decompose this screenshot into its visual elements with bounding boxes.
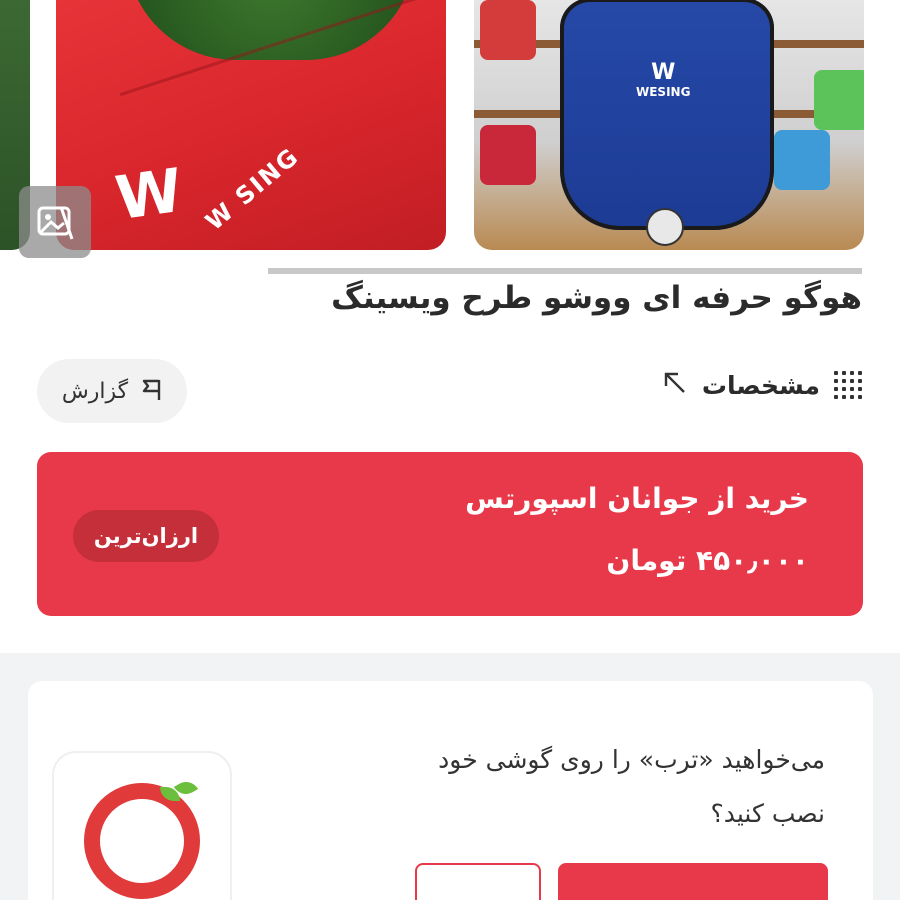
install-prompt-text: می‌خواهید «ترب» را روی گوشی خود نصب کنید… bbox=[305, 733, 825, 841]
report-button[interactable]: گزارش bbox=[37, 359, 187, 423]
gallery-scrollbar[interactable] bbox=[268, 268, 862, 274]
vest-logo: W WESING bbox=[636, 60, 691, 99]
grid-icon bbox=[834, 371, 862, 399]
gallery-image-blue-vest[interactable]: W WESING bbox=[474, 0, 864, 250]
brand-logo: W bbox=[111, 155, 187, 235]
blue-vest: W WESING bbox=[560, 0, 774, 246]
buy-offer-card[interactable]: خرید از جوانان اسپورتس ۴۵۰٫۰۰۰ تومان ارز… bbox=[37, 452, 863, 616]
specs-label: مشخصات bbox=[701, 370, 820, 400]
product-title: هوگو حرفه ای ووشو طرح ویسینگ bbox=[331, 280, 862, 316]
install-prompt-card: می‌خواهید «ترب» را روی گوشی خود نصب کنید… bbox=[28, 681, 873, 900]
flag-icon bbox=[140, 377, 162, 405]
later-button[interactable] bbox=[415, 863, 541, 900]
price-text: ۴۵۰٫۰۰۰ تومان bbox=[606, 544, 809, 577]
torob-ring-icon bbox=[84, 783, 200, 899]
install-prompt-line2: نصب کنید؟ bbox=[710, 799, 825, 828]
cheapest-badge: ارزان‌ترین bbox=[73, 510, 219, 562]
install-prompt-line1: می‌خواهید «ترب» را روی گوشی خود bbox=[438, 745, 825, 774]
seller-text: خرید از جوانان اسپورتس bbox=[465, 482, 809, 515]
install-button[interactable] bbox=[558, 863, 828, 900]
image-gallery[interactable]: W W SING W WESING bbox=[0, 0, 900, 262]
image-report-icon[interactable] bbox=[19, 186, 91, 258]
app-logo bbox=[52, 751, 232, 900]
specs-link[interactable]: مشخصات bbox=[662, 370, 862, 400]
gallery-image-red-vest[interactable]: W W SING bbox=[56, 0, 446, 250]
report-label: گزارش bbox=[61, 378, 129, 404]
vest-seal bbox=[646, 208, 684, 246]
brand-logo-text: W SING bbox=[200, 142, 305, 236]
arrow-up-left-icon bbox=[662, 370, 688, 400]
